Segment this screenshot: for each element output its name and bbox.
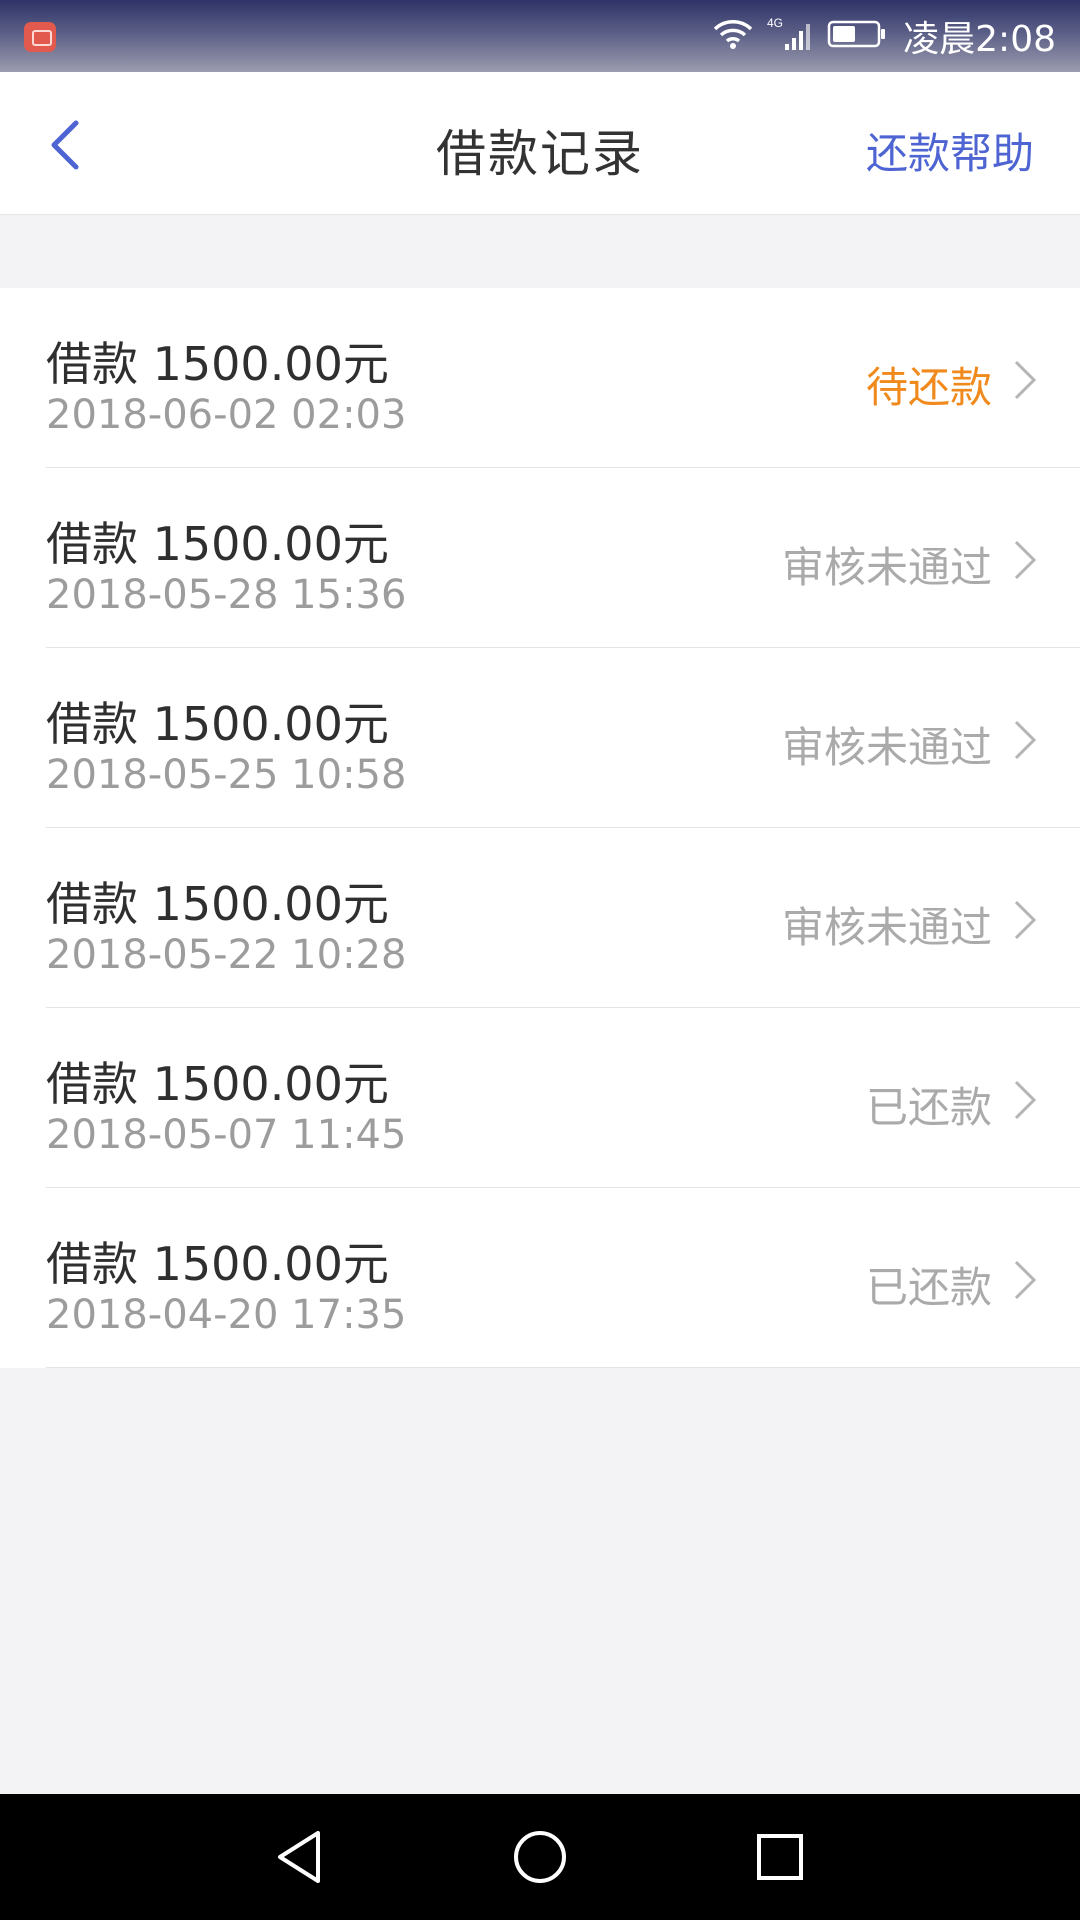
record-date: 2018-04-20 17:35 — [46, 1292, 407, 1338]
wifi-icon — [713, 18, 753, 54]
status-icons: 4G 凌晨2:08 — [699, 14, 1056, 60]
chevron-right-icon — [1014, 360, 1037, 400]
record-amount: 借款 1500.00元 — [46, 1057, 389, 1111]
system-nav-bar — [0, 1794, 1080, 1920]
notification-icon — [24, 22, 56, 52]
record-amount: 借款 1500.00元 — [46, 1237, 389, 1291]
record-amount: 借款 1500.00元 — [46, 877, 389, 931]
loan-record-list: 借款 1500.00元 2018-06-02 02:03 待还款 借款 1500… — [0, 288, 1080, 1368]
record-amount: 借款 1500.00元 — [46, 517, 389, 571]
repayment-help-link[interactable]: 还款帮助 — [866, 120, 1034, 181]
list-item[interactable]: 借款 1500.00元 2018-05-25 10:58 审核未通过 — [0, 648, 1080, 828]
list-item[interactable]: 借款 1500.00元 2018-04-20 17:35 已还款 — [0, 1188, 1080, 1368]
list-item[interactable]: 借款 1500.00元 2018-05-22 10:28 审核未通过 — [0, 828, 1080, 1008]
signal-icon: 4G — [767, 16, 813, 56]
list-item[interactable]: 借款 1500.00元 2018-06-02 02:03 待还款 — [0, 288, 1080, 468]
status-badge: 审核未通过 — [781, 723, 992, 772]
app-header: 借款记录 还款帮助 — [0, 72, 1080, 215]
record-date: 2018-05-22 10:28 — [46, 932, 407, 978]
list-item[interactable]: 借款 1500.00元 2018-05-07 11:45 已还款 — [0, 1008, 1080, 1188]
status-badge: 已还款 — [865, 1263, 992, 1312]
divider — [46, 1367, 1080, 1368]
chevron-right-icon — [1014, 720, 1037, 760]
status-badge: 已还款 — [865, 1083, 992, 1132]
record-date: 2018-06-02 02:03 — [46, 392, 407, 438]
battery-icon — [827, 19, 887, 53]
record-date: 2018-05-07 11:45 — [46, 1112, 407, 1158]
chevron-right-icon — [1014, 1080, 1037, 1120]
record-amount: 借款 1500.00元 — [46, 697, 389, 751]
status-bar: 4G 凌晨2:08 — [0, 0, 1080, 72]
list-item[interactable]: 借款 1500.00元 2018-05-28 15:36 审核未通过 — [0, 468, 1080, 648]
chevron-right-icon — [1014, 540, 1037, 580]
record-date: 2018-05-25 10:58 — [46, 752, 407, 798]
status-time: 凌晨2:08 — [903, 19, 1056, 60]
chevron-right-icon — [1014, 900, 1037, 940]
recents-square-icon[interactable] — [750, 1827, 810, 1887]
status-badge: 待还款 — [865, 363, 992, 412]
record-amount: 借款 1500.00元 — [46, 337, 389, 391]
back-triangle-icon[interactable] — [270, 1827, 330, 1887]
record-date: 2018-05-28 15:36 — [46, 572, 407, 618]
status-badge: 审核未通过 — [781, 903, 992, 952]
chevron-right-icon — [1014, 1260, 1037, 1300]
status-badge: 审核未通过 — [781, 543, 992, 592]
svg-text:4G: 4G — [767, 16, 783, 30]
home-circle-icon[interactable] — [510, 1827, 570, 1887]
